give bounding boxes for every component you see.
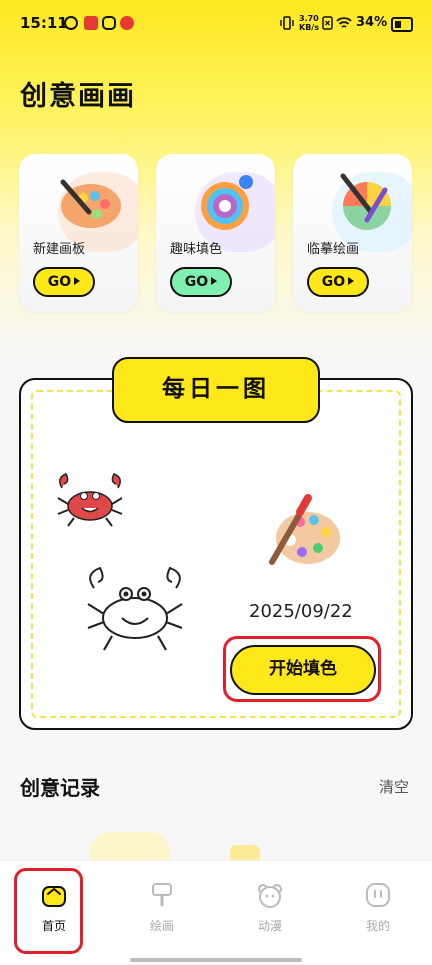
fun-coloring-card[interactable]: 趣味填色 GO <box>156 154 275 312</box>
status-bar: 15:11 3.70 KB/s 34% <box>0 0 432 50</box>
start-coloring-button[interactable]: 开始填色 <box>230 645 376 695</box>
weibo-icon <box>120 16 134 30</box>
tab-profile[interactable]: 我的 <box>324 861 432 941</box>
tab-drawing[interactable]: 绘画 <box>108 861 216 941</box>
network-speed-unit: KB/s <box>299 23 319 32</box>
tab-anime-label: 动漫 <box>257 919 282 933</box>
page-title: 创意画画 <box>20 81 136 112</box>
battery-percent: 34% <box>356 15 388 30</box>
color-wheel-icon <box>201 175 253 230</box>
copy-drawing-go-button[interactable]: GO <box>307 267 369 297</box>
copy-drawing-card[interactable]: 临摹绘画 GO <box>293 154 412 312</box>
gesture-home-bar[interactable] <box>130 958 302 962</box>
crab-colored-image <box>57 473 123 527</box>
brush-icon <box>152 883 172 907</box>
tab-anime[interactable]: 动漫 <box>216 861 324 941</box>
network-speed-value: 3.70 <box>299 14 319 23</box>
daily-picture-title: 每日一图 <box>112 357 320 423</box>
sim-icon <box>322 16 333 30</box>
daily-date: 2025/09/22 <box>249 601 353 622</box>
tab-profile-label: 我的 <box>365 919 390 933</box>
palette-brush-image <box>269 494 340 565</box>
play-icon <box>348 277 355 285</box>
app-notification-icon <box>64 16 78 30</box>
fun-coloring-label: 趣味填色 <box>170 242 223 257</box>
new-canvas-label: 新建画板 <box>33 242 86 257</box>
play-icon <box>211 277 218 285</box>
profile-icon <box>366 883 390 907</box>
crab-outline-image <box>87 566 183 651</box>
vibrate-icon <box>280 16 294 30</box>
app-notification-icon <box>102 16 116 30</box>
pen-tool-icon <box>340 173 391 230</box>
new-canvas-go-button[interactable]: GO <box>33 267 95 297</box>
status-time: 15:11 <box>20 14 68 32</box>
wifi-icon <box>336 17 352 28</box>
clear-records-button[interactable]: 清空 <box>379 776 409 797</box>
copy-drawing-label: 临摹绘画 <box>307 242 360 257</box>
play-icon <box>74 277 81 285</box>
tab-drawing-label: 绘画 <box>149 919 174 933</box>
palette-icon <box>60 179 121 228</box>
bear-icon <box>258 884 282 908</box>
fun-coloring-go-button[interactable]: GO <box>170 267 232 297</box>
new-canvas-card[interactable]: 新建画板 GO <box>19 154 138 312</box>
home-tab-highlight <box>14 868 83 954</box>
battery-icon <box>391 17 413 32</box>
app-notification-icon <box>84 16 98 30</box>
records-title: 创意记录 <box>20 776 100 800</box>
